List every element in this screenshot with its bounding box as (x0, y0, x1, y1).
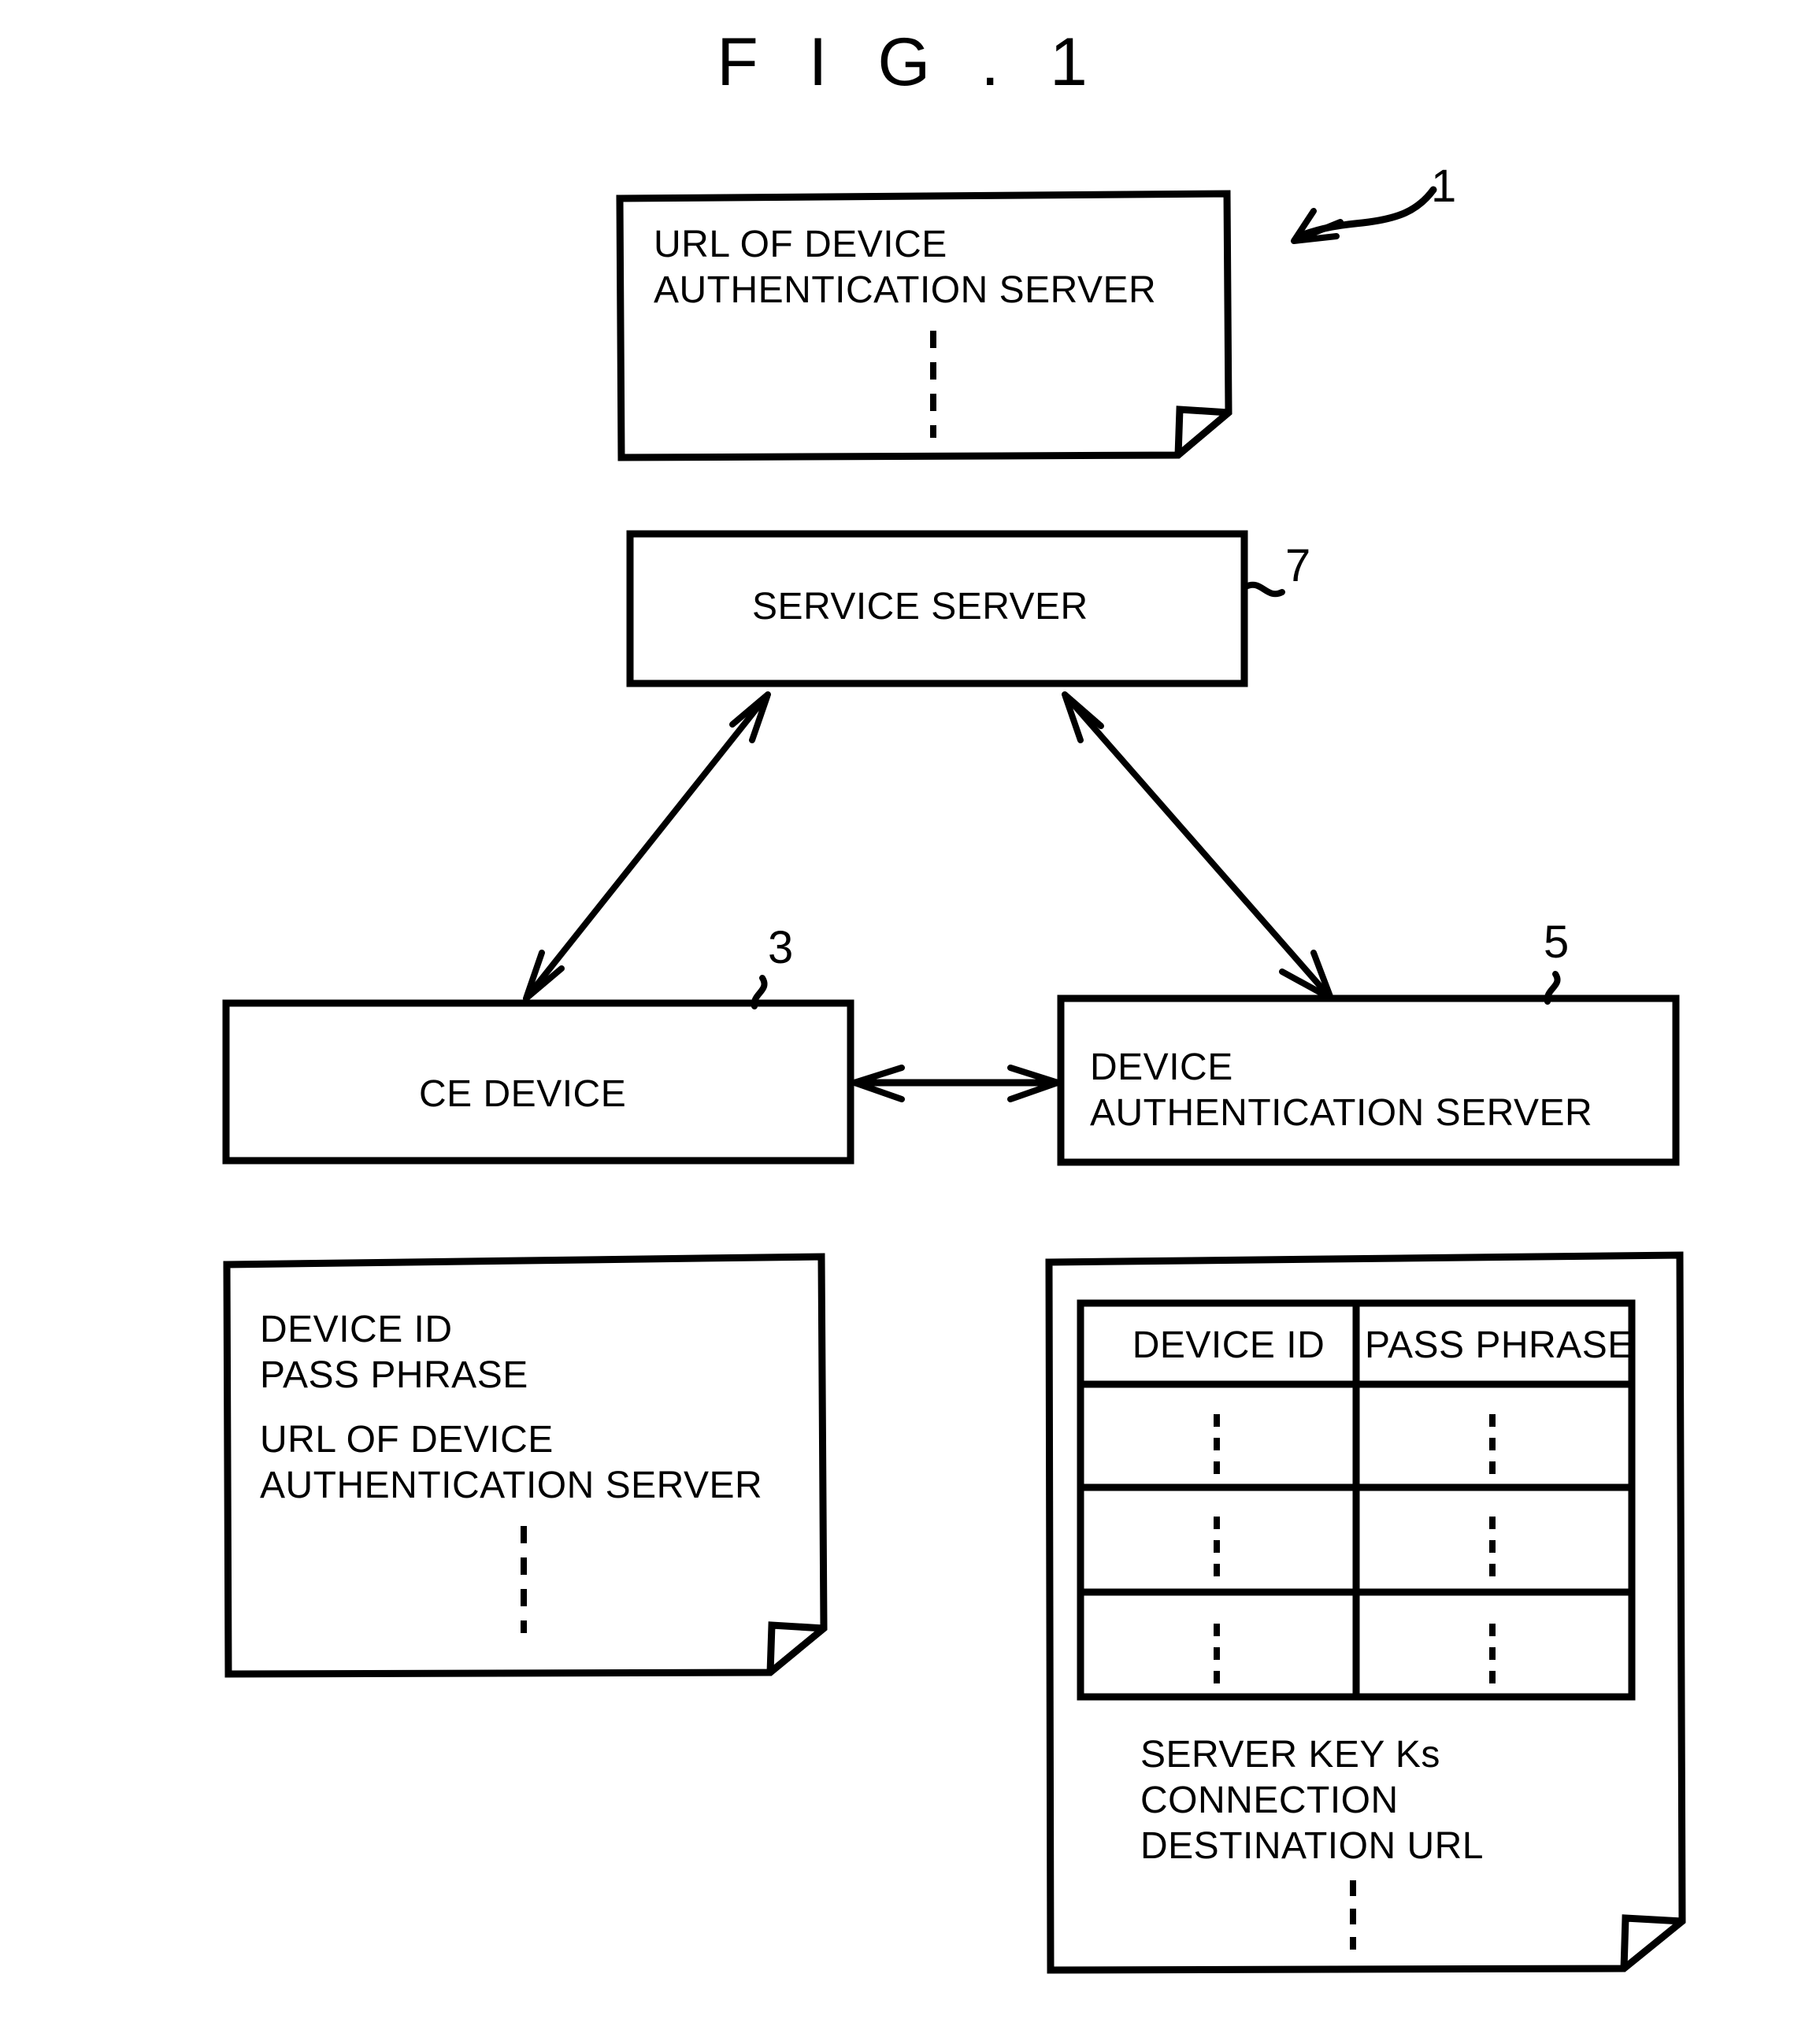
das-table-header-device-id: DEVICE ID (1132, 1324, 1325, 1366)
arrow-ce-device-device-authentication-server (851, 1065, 1061, 1102)
reference-numeral-3: 3 (768, 922, 794, 973)
service-server-reference-leader (1243, 581, 1285, 598)
das-storage-line-3: DESTINATION URL (1140, 1825, 1484, 1867)
reference-numeral-7: 7 (1285, 540, 1311, 591)
patent-figure-page: F I G . 1 URL OF DEVICE AUTHENTICATION S… (0, 0, 1820, 2037)
das-storage-label: SERVER KEY Ks CONNECTION DESTINATION URL (1140, 1732, 1484, 1869)
ce-device-label: CE DEVICE (419, 1073, 627, 1115)
das-storage-line-1: SERVER KEY Ks (1140, 1734, 1440, 1776)
ce-storage-device-id: DEVICE ID (260, 1309, 453, 1350)
reference-numeral-5: 5 (1544, 917, 1570, 968)
ce-storage-url-line-1: URL OF DEVICE (260, 1419, 554, 1461)
top-document-label: URL OF DEVICE AUTHENTICATION SERVER (654, 222, 1156, 313)
system-reference-leader-arrow (1291, 186, 1437, 244)
das-line-2: AUTHENTICATION SERVER (1090, 1092, 1593, 1134)
arrow-service-server-ce-device (523, 691, 771, 1002)
ce-device-storage-group-b: URL OF DEVICE AUTHENTICATION SERVER (260, 1417, 762, 1509)
ce-storage-url-line-2: AUTHENTICATION SERVER (260, 1465, 763, 1506)
service-server-label: SERVICE SERVER (752, 586, 1088, 628)
das-table-header-pass-phrase: PASS PHRASE (1365, 1324, 1633, 1366)
arrow-service-server-device-authentication-server (1062, 691, 1334, 1002)
das-storage-line-2: CONNECTION (1140, 1780, 1399, 1821)
das-line-1: DEVICE (1090, 1046, 1233, 1088)
top-document-line-1: URL OF DEVICE (654, 224, 947, 265)
ce-storage-pass-phrase: PASS PHRASE (260, 1354, 528, 1396)
reference-numeral-1: 1 (1431, 161, 1457, 212)
device-authentication-server-label: DEVICE AUTHENTICATION SERVER (1090, 1045, 1592, 1136)
top-document-line-2: AUTHENTICATION SERVER (654, 269, 1157, 311)
ce-device-storage-group-a: DEVICE ID PASS PHRASE (260, 1307, 528, 1398)
